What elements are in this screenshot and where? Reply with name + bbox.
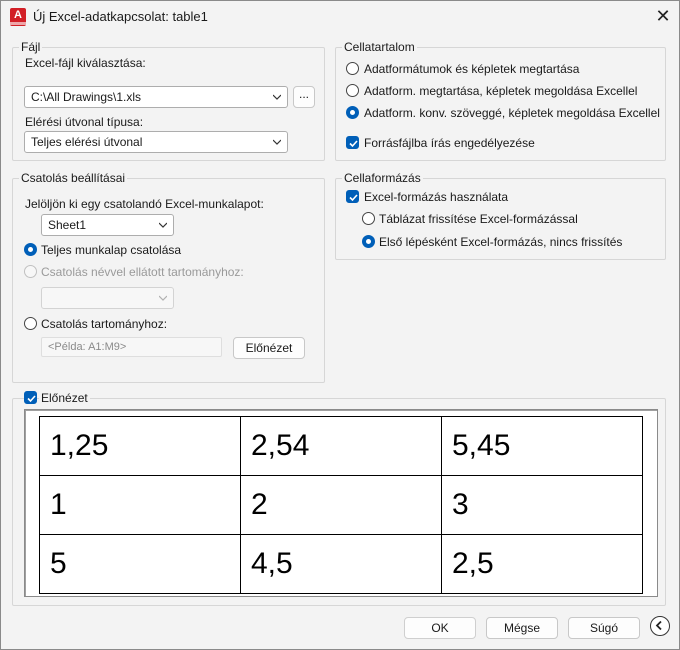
radio-first-step-label[interactable]: Első lépésként Excel-formázás, nincs fri… — [379, 235, 622, 249]
radio-range[interactable] — [24, 317, 37, 330]
chevron-down-icon — [273, 94, 281, 100]
radio-keep-formats[interactable] — [346, 62, 359, 75]
window-title: Új Excel-adatkapcsolat: table1 — [33, 9, 208, 24]
select-sheet-label: Jelöljön ki egy csatolandó Excel-munkala… — [25, 197, 264, 211]
file-path-combo[interactable]: C:\All Drawings\1.xls — [24, 86, 288, 108]
help-button[interactable]: Súgó — [568, 617, 640, 639]
radio-refresh-table[interactable] — [362, 212, 375, 225]
checkbox-allow-write[interactable] — [346, 136, 359, 149]
radio-full-sheet[interactable] — [24, 243, 37, 256]
checkbox-preview[interactable] — [24, 391, 37, 404]
cell-content-group-title: Cellatartalom — [342, 40, 417, 54]
preview-range-button[interactable]: Előnézet — [233, 337, 305, 359]
radio-keep-formats-label[interactable]: Adatformátumok és képletek megtartása — [364, 62, 579, 76]
ok-button[interactable]: OK — [404, 617, 476, 639]
table-row: 1 2 3 — [39, 475, 643, 535]
radio-first-step[interactable] — [362, 235, 375, 248]
chevron-down-icon — [159, 295, 167, 301]
table-cell: 2 — [240, 475, 442, 535]
checkmark-icon — [349, 140, 358, 148]
named-range-combo[interactable] — [41, 287, 174, 309]
dialog-window: A Új Excel-adatkapcsolat: table1 ✕ Fájl … — [0, 0, 680, 650]
radio-convert-text-label[interactable]: Adatform. konv. szöveggé, képletek megol… — [364, 106, 660, 120]
radio-refresh-table-label[interactable]: Táblázat frissítése Excel-formázással — [379, 212, 578, 226]
cancel-button[interactable]: Mégse — [486, 617, 558, 639]
range-input[interactable]: <Példa: A1:M9> — [41, 337, 222, 357]
checkmark-icon — [349, 194, 358, 202]
table-cell: 1 — [39, 475, 241, 535]
file-choose-label: Excel-fájl kiválasztása: — [25, 56, 146, 70]
file-group-title: Fájl — [19, 40, 43, 54]
chevron-down-icon — [273, 139, 281, 145]
close-icon[interactable]: ✕ — [651, 5, 675, 29]
sheet-combo[interactable]: Sheet1 — [41, 214, 174, 236]
table-cell: 1,25 — [39, 416, 241, 476]
table-cell: 3 — [441, 475, 643, 535]
radio-convert-text[interactable] — [346, 106, 359, 119]
link-settings-group-title: Csatolás beállításai — [19, 171, 128, 185]
sheet-value: Sheet1 — [48, 218, 87, 232]
table-row: 5 4,5 2,5 — [39, 534, 643, 594]
preview-pane: 1,25 2,54 5,45 1 2 3 5 4,5 2,5 — [24, 409, 658, 597]
table-cell: 5,45 — [441, 416, 643, 476]
radio-named-range-label[interactable]: Csatolás névvel ellátott tartományhoz: — [41, 265, 244, 279]
use-excel-format-label[interactable]: Excel-formázás használata — [364, 190, 508, 204]
title-bar: A Új Excel-adatkapcsolat: table1 ✕ — [1, 1, 679, 33]
chevron-down-icon — [159, 222, 167, 228]
allow-write-label[interactable]: Forrásfájlba írás engedélyezése — [364, 136, 535, 150]
browse-button[interactable]: ... — [293, 86, 315, 108]
table-cell: 2,5 — [441, 534, 643, 594]
collapse-arrow-icon[interactable] — [650, 616, 670, 636]
radio-range-label[interactable]: Csatolás tartományhoz: — [41, 317, 167, 331]
radio-named-range[interactable] — [24, 265, 37, 278]
path-type-combo[interactable]: Teljes elérési útvonal — [24, 131, 288, 153]
checkbox-use-excel-format[interactable] — [346, 190, 359, 203]
file-path-value: C:\All Drawings\1.xls — [31, 90, 142, 104]
radio-full-sheet-label[interactable]: Teljes munkalap csatolása — [41, 243, 181, 257]
radio-keep-formats-solve-label[interactable]: Adatform. megtartása, képletek megoldása… — [364, 84, 637, 98]
preview-group-title[interactable]: Előnézet — [39, 391, 90, 405]
autocad-app-icon: A — [10, 8, 26, 26]
table-row: 1,25 2,54 5,45 — [39, 416, 643, 476]
path-type-value: Teljes elérési útvonal — [31, 135, 143, 149]
cell-format-group-title: Cellaformázás — [342, 171, 423, 185]
radio-keep-formats-solve[interactable] — [346, 84, 359, 97]
checkmark-icon — [27, 395, 36, 403]
table-cell: 2,54 — [240, 416, 442, 476]
path-type-label: Elérési útvonal típusa: — [25, 115, 144, 129]
table-cell: 5 — [39, 534, 241, 594]
preview-table: 1,25 2,54 5,45 1 2 3 5 4,5 2,5 — [39, 416, 643, 594]
table-cell: 4,5 — [240, 534, 442, 594]
